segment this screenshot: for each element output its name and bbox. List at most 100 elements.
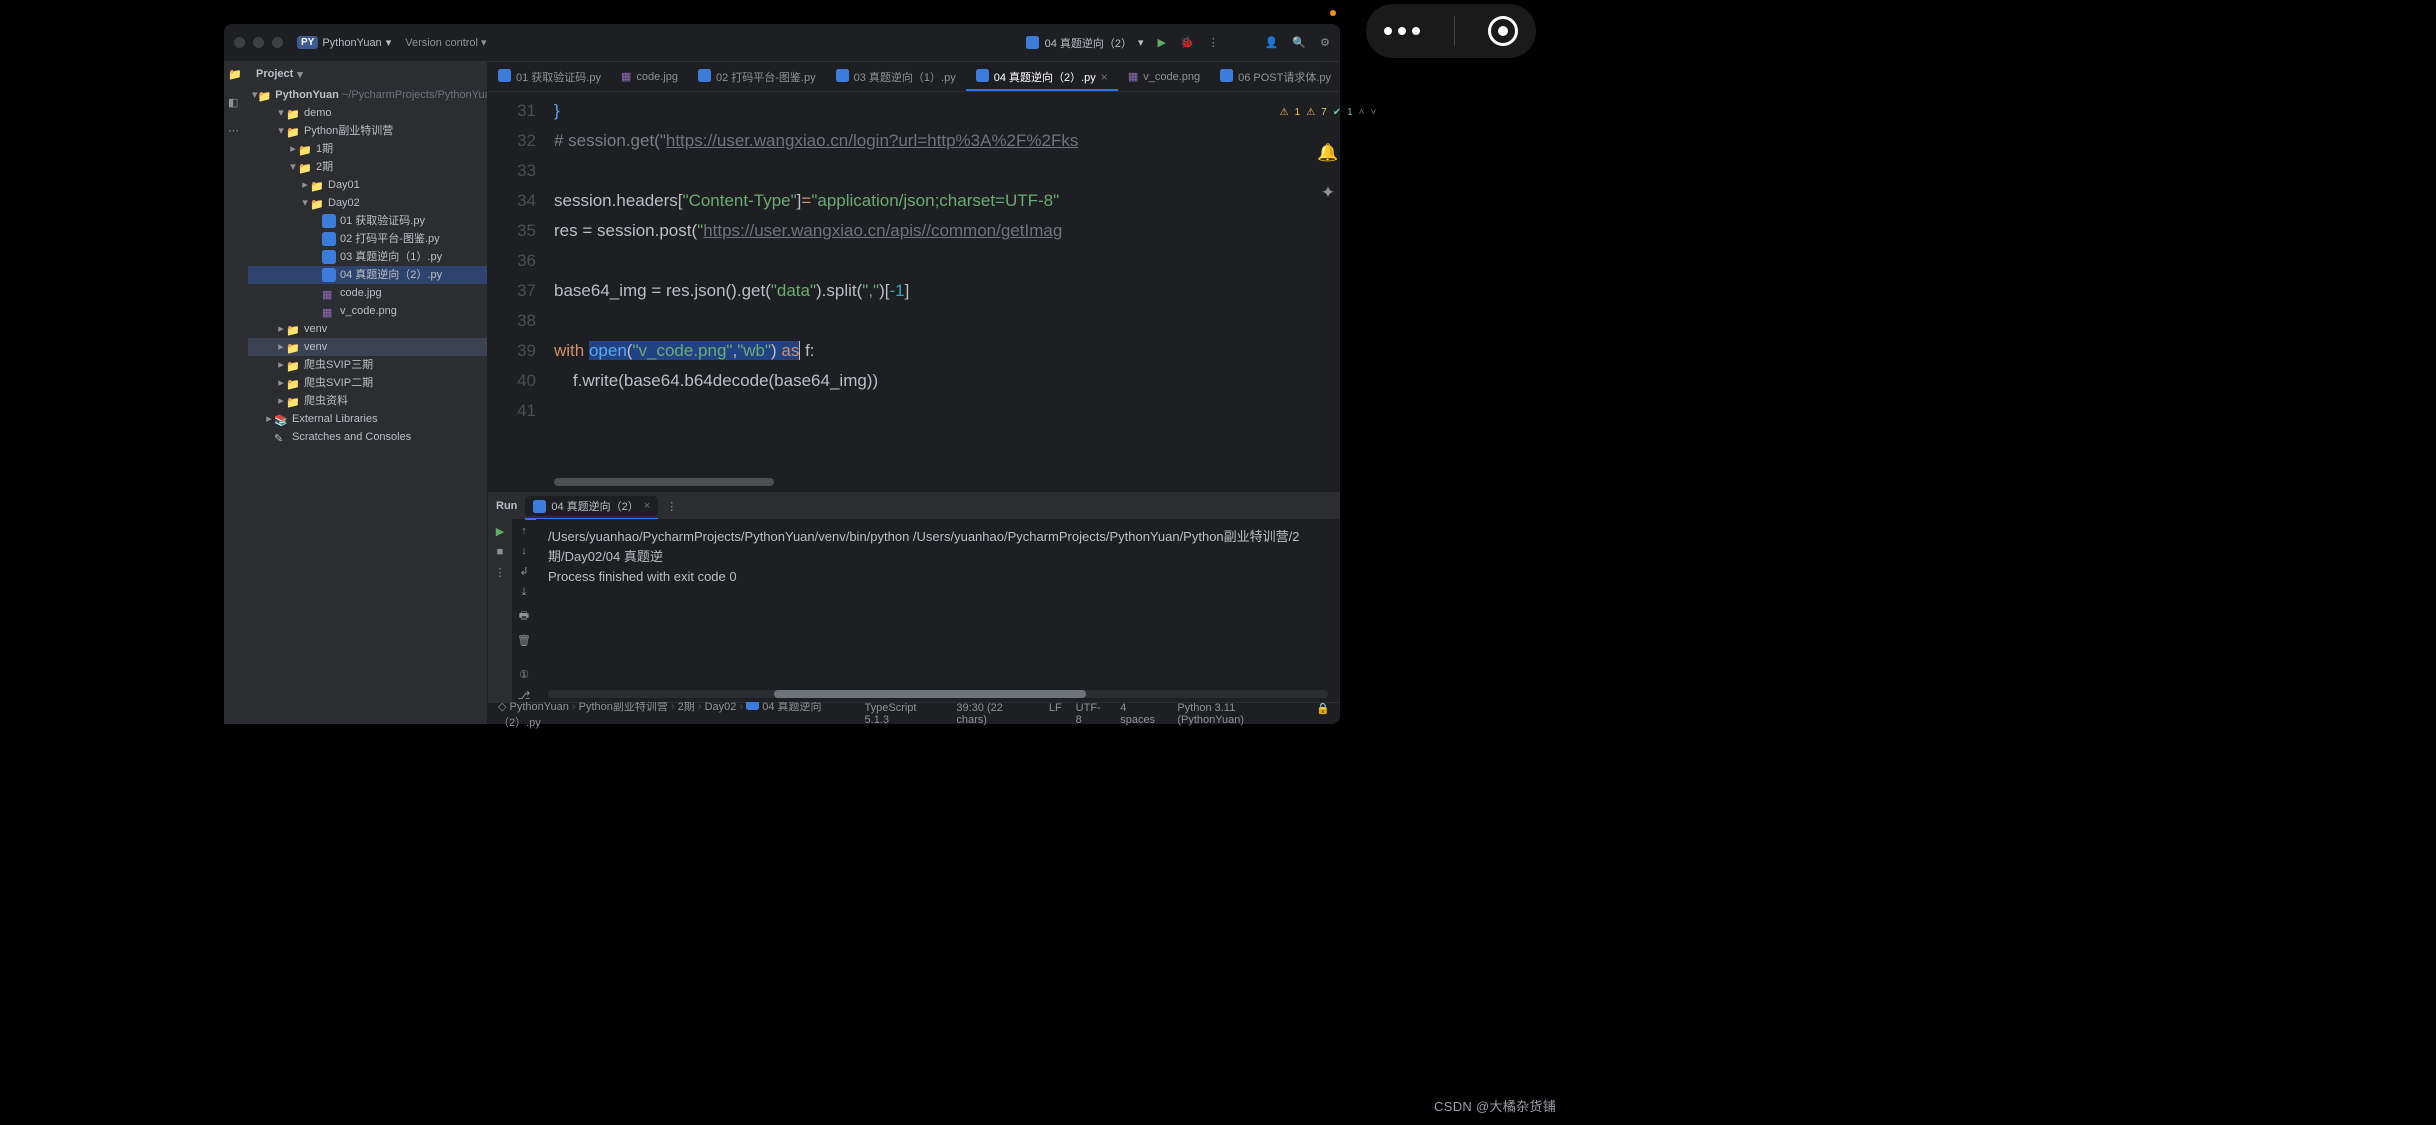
more-icon[interactable]: ⋮ [666, 500, 677, 513]
expand-arrow-icon[interactable]: ▸ [264, 410, 274, 428]
tree-row[interactable]: ▸📁venv [248, 338, 487, 356]
expand-arrow-icon[interactable]: ▾ [300, 194, 310, 212]
sidebar-header[interactable]: Project ▾ [248, 62, 487, 86]
status-encoding[interactable]: UTF-8 [1076, 702, 1107, 726]
problems-icon[interactable]: ① [519, 668, 529, 681]
expand-arrow-icon[interactable]: ▸ [276, 356, 286, 374]
tree-root[interactable]: ▾ 📁 PythonYuan ~/PycharmProjects/PythonY… [248, 86, 487, 104]
tree-row[interactable]: ▾📁demo [248, 104, 487, 122]
notifications-icon[interactable]: 🔔 [1317, 138, 1338, 168]
person-icon[interactable]: 👤 [1265, 36, 1279, 49]
tree-row[interactable]: ▾📁Day02 [248, 194, 487, 212]
tree-label: venv [304, 338, 327, 356]
tree-row[interactable]: 02 打码平台-图鉴.py [248, 230, 487, 248]
nav-down-icon[interactable]: ˅ [1371, 98, 1377, 128]
output-h-scrollbar[interactable] [548, 690, 1328, 698]
project-tree[interactable]: ▾ 📁 PythonYuan ~/PycharmProjects/PythonY… [248, 86, 487, 724]
run-config-chip[interactable]: 04 真题逆向（2） × [525, 496, 658, 516]
run-icon[interactable]: ▶ [1158, 36, 1166, 49]
project-selector[interactable]: PY PythonYuan ▾ [297, 36, 391, 49]
status-eol[interactable]: LF [1049, 702, 1062, 726]
expand-arrow-icon[interactable]: ▸ [300, 176, 310, 194]
expand-arrow-icon[interactable]: ▸ [276, 338, 286, 356]
debug-icon[interactable]: 🐞 [1180, 36, 1194, 49]
soft-wrap-icon[interactable]: ↲ [519, 565, 528, 578]
status-indent[interactable]: 4 spaces [1120, 702, 1163, 726]
tree-row[interactable]: ▦code.jpg [248, 284, 487, 302]
status-interpreter[interactable]: Python 3.11 (PythonYuan) [1177, 702, 1302, 726]
tree-row[interactable]: ▸📁Day01 [248, 176, 487, 194]
inspection-badges[interactable]: ⚠1 ⚠7 ✔1 ˄ ˅ [1280, 98, 1377, 128]
status-position[interactable]: 39:30 (22 chars) [956, 702, 1034, 726]
project-tool-icon[interactable]: 📁 [228, 68, 244, 84]
tree-row[interactable]: 03 真题逆向（1）.py [248, 248, 487, 266]
clear-icon[interactable]: 🗑 [517, 634, 531, 647]
expand-arrow-icon[interactable]: ▸ [276, 374, 286, 392]
expand-arrow-icon[interactable]: ▾ [276, 104, 286, 122]
rerun-icon[interactable]: ▶ [496, 525, 504, 538]
scroll-end-icon[interactable]: ⤓ [522, 586, 527, 599]
tree-label: Day02 [328, 194, 360, 212]
tree-row[interactable]: ▾📁2期 [248, 158, 487, 176]
record-icon [1488, 16, 1518, 46]
tree-row[interactable]: ▸📚External Libraries [248, 410, 487, 428]
project-sidebar: Project ▾ ▾ 📁 PythonYuan ~/PycharmProjec… [248, 62, 488, 724]
run-config-label: 04 真题逆向（2） [1045, 35, 1132, 51]
editor-tab[interactable]: 06 POST请求体.py [1210, 62, 1340, 91]
ok-count: 1 [1347, 98, 1353, 128]
code-content[interactable]: }# session.get("https://user.wangxiao.cn… [546, 92, 1316, 492]
editor-tab[interactable]: 03 真题逆向（1）.py [826, 62, 966, 91]
library-icon: 📚 [274, 412, 288, 426]
expand-arrow-icon[interactable]: ▸ [276, 392, 286, 410]
expand-arrow-icon[interactable]: ▾ [276, 122, 286, 140]
python-file-icon [533, 500, 546, 513]
up-icon[interactable]: ↑ [521, 525, 527, 537]
tree-row[interactable]: ✎Scratches and Consoles [248, 428, 487, 446]
more-icon[interactable]: ⋮ [1208, 36, 1219, 49]
expand-arrow-icon[interactable]: ▸ [276, 320, 286, 338]
tree-row[interactable]: ▸📁爬虫资料 [248, 392, 487, 410]
tree-row[interactable]: ▦v_code.png [248, 302, 487, 320]
editor-h-scrollbar[interactable] [554, 478, 1316, 486]
tree-row[interactable]: ▾📁Python副业特训营 [248, 122, 487, 140]
editor-tab[interactable]: ▦v_code.png [1118, 62, 1210, 91]
structure-tool-icon[interactable]: ◧ [228, 96, 244, 112]
tab-label: code.jpg [636, 71, 678, 83]
nav-up-icon[interactable]: ˄ [1359, 98, 1365, 128]
expand-arrow-icon[interactable]: ▾ [288, 158, 298, 176]
status-ts[interactable]: TypeScript 5.1.3 [865, 702, 943, 726]
code-editor[interactable]: 3132333435363738394041 }# session.get("h… [488, 92, 1340, 492]
close-icon[interactable]: × [1101, 70, 1108, 84]
tree-row[interactable]: ▸📁venv [248, 320, 487, 338]
ai-icon[interactable]: ✦ [1321, 178, 1335, 208]
mac-traffic-lights[interactable] [234, 37, 283, 48]
editor-tab[interactable]: 04 真题逆向（2）.py× [966, 62, 1118, 91]
down-icon[interactable]: ↓ [521, 545, 527, 557]
gear-icon[interactable]: ⚙ [1320, 36, 1330, 49]
version-control-menu[interactable]: Version control ▾ [405, 36, 486, 49]
stop-icon[interactable]: ■ [497, 546, 504, 558]
more-tool-icon[interactable]: ⋯ [228, 124, 244, 140]
search-icon[interactable]: 🔍 [1292, 36, 1306, 49]
tree-row[interactable]: 01 获取验证码.py [248, 212, 487, 230]
editor-tab[interactable]: 01 获取验证码.py [488, 62, 611, 91]
lock-icon[interactable]: 🔒 [1316, 702, 1330, 726]
run-configuration[interactable]: 04 真题逆向（2） ▾ [1026, 35, 1144, 51]
folder-icon: 📁 [310, 178, 324, 192]
editor-tab[interactable]: 02 打码平台-图鉴.py [688, 62, 826, 91]
run-output[interactable]: /Users/yuanhao/PycharmProjects/PythonYua… [536, 519, 1340, 702]
folder-icon: 📁 [286, 394, 300, 408]
more-icon[interactable]: ⋮ [495, 566, 506, 579]
dynamic-island [1366, 4, 1536, 58]
status-bar: ◇ PythonYuan › Python副业特训营 › 2期 › Day02 … [488, 702, 1340, 724]
editor-tab[interactable]: ▦code.jpg [611, 62, 688, 91]
close-icon[interactable]: × [644, 500, 650, 512]
tree-row[interactable]: ▸📁爬虫SVIP三期 [248, 356, 487, 374]
run-title[interactable]: Run [496, 500, 517, 512]
print-icon[interactable]: 🖶 [519, 607, 529, 626]
folder-icon: 📁 [298, 142, 312, 156]
tree-row[interactable]: ▸📁爬虫SVIP二期 [248, 374, 487, 392]
tree-row[interactable]: ▸📁1期 [248, 140, 487, 158]
tree-row[interactable]: 04 真题逆向（2）.py [248, 266, 487, 284]
expand-arrow-icon[interactable]: ▸ [288, 140, 298, 158]
